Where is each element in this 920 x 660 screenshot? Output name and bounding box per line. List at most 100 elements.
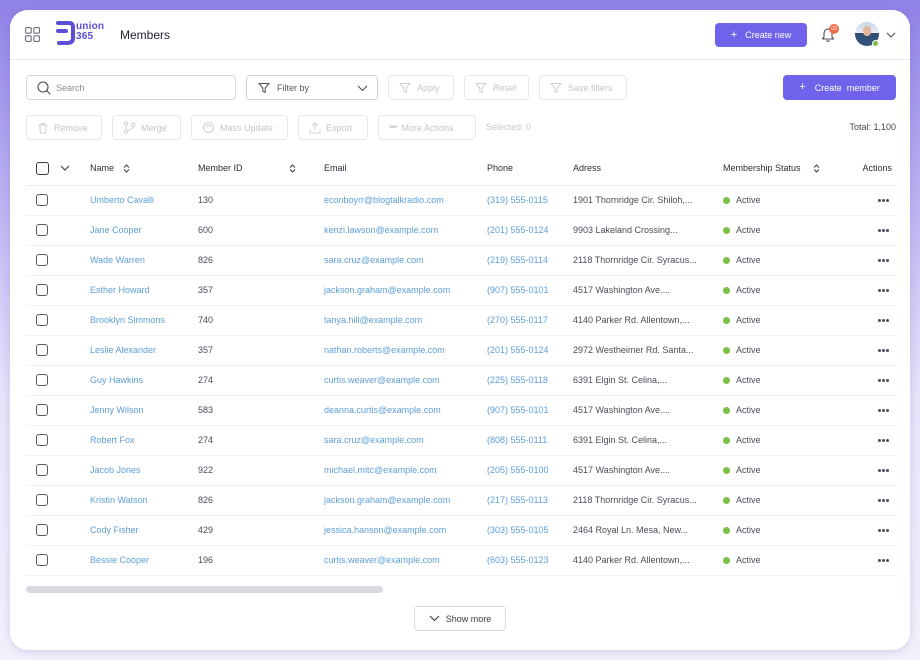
apply-button[interactable]: Apply (388, 75, 454, 100)
member-phone[interactable]: (907) 555-0101 (487, 275, 573, 306)
row-checkbox[interactable] (36, 194, 48, 206)
sort-icon[interactable] (813, 164, 820, 174)
search-box[interactable] (26, 75, 236, 100)
member-email[interactable]: nathan.roberts@example.com (324, 335, 487, 366)
create-member-button[interactable]: + Create member (783, 75, 896, 100)
row-checkbox[interactable] (36, 554, 48, 566)
horizontal-scrollbar[interactable] (26, 586, 383, 593)
table-row[interactable]: Kristin Watson 826 jackson.graham@example.… (26, 485, 896, 516)
member-phone[interactable]: (808) 555-0111 (487, 425, 573, 456)
row-checkbox[interactable] (36, 464, 48, 476)
member-email[interactable]: deanna.curtis@example.com (324, 395, 487, 426)
member-phone[interactable]: (225) 555-0118 (487, 365, 573, 396)
member-name[interactable]: Wade Warren (90, 245, 198, 276)
table-row[interactable]: Jenny Wilson 583 deanna.curtis@example.com… (26, 395, 896, 426)
table-row[interactable]: Cody Fisher 429 jessica.hanson@example.com… (26, 515, 896, 546)
member-email[interactable]: tanya.hill@example.com (324, 305, 487, 336)
sort-icon[interactable] (289, 164, 296, 174)
member-name[interactable]: Jane Cooper (90, 215, 198, 246)
mass-update-button[interactable]: Mass Update (191, 115, 288, 140)
select-all-checkbox[interactable] (36, 161, 49, 175)
member-phone[interactable]: (303) 555-0105 (487, 515, 573, 546)
row-checkbox[interactable] (36, 524, 48, 536)
apps-grid-icon[interactable] (25, 27, 40, 42)
row-actions-menu-icon[interactable] (878, 195, 890, 205)
row-checkbox[interactable] (36, 434, 48, 446)
row-checkbox[interactable] (36, 374, 48, 386)
member-email[interactable]: econboyrr@blogtalkradio.com (324, 185, 487, 216)
export-button[interactable]: Export (298, 115, 368, 140)
column-header-name[interactable]: Name (90, 152, 198, 186)
table-row[interactable]: Jacob Jones 922 michael.mitc@example.com (2… (26, 455, 896, 486)
reset-button[interactable]: Reset (464, 75, 529, 100)
row-actions-menu-icon[interactable] (878, 435, 890, 445)
show-more-button[interactable]: Show more (414, 606, 506, 631)
member-name[interactable]: Leslie Alexander (90, 335, 198, 366)
table-row[interactable]: Esther Howard 357 jackson.graham@example.c… (26, 275, 896, 306)
member-email[interactable]: curtis.weaver@example.com (324, 545, 487, 576)
member-name[interactable]: Brooklyn Simmons (90, 305, 198, 336)
member-phone[interactable]: (319) 555-0115 (487, 185, 573, 216)
member-name[interactable]: Esther Howard (90, 275, 198, 306)
union365-logo[interactable]: union 365 (55, 21, 107, 45)
row-checkbox[interactable] (36, 224, 48, 236)
table-row[interactable]: Leslie Alexander 357 nathan.roberts@exampl… (26, 335, 896, 366)
member-email[interactable]: jackson.graham@example.com (324, 275, 487, 306)
member-phone[interactable]: (603) 555-0123 (487, 545, 573, 576)
member-name[interactable]: Robert Fox (90, 425, 198, 456)
row-actions-menu-icon[interactable] (878, 525, 890, 535)
row-checkbox[interactable] (36, 284, 48, 296)
member-phone[interactable]: (201) 555-0124 (487, 215, 573, 246)
member-phone[interactable]: (205) 555-0100 (487, 455, 573, 486)
member-email[interactable]: kenzi.lawson@example.com (324, 215, 487, 246)
row-checkbox[interactable] (36, 404, 48, 416)
column-header-email[interactable]: Email (324, 152, 487, 186)
chevron-down-icon[interactable] (60, 165, 70, 172)
table-row[interactable]: Bessie Cooper 196 curtis.weaver@example.co… (26, 545, 896, 576)
search-input[interactable] (56, 80, 226, 96)
table-row[interactable]: Brooklyn Simmons 740 tanya.hill@example.co… (26, 305, 896, 336)
member-email[interactable]: sara.cruz@example.com (324, 245, 487, 276)
member-phone[interactable]: (201) 555-0124 (487, 335, 573, 366)
row-actions-menu-icon[interactable] (878, 495, 890, 505)
column-header-member-id[interactable]: Member ID (198, 152, 324, 186)
row-checkbox[interactable] (36, 314, 48, 326)
member-email[interactable]: jackson.graham@example.com (324, 485, 487, 516)
member-phone[interactable]: (219) 555-0114 (487, 245, 573, 276)
member-name[interactable]: Jenny Wilson (90, 395, 198, 426)
member-email[interactable]: sara.cruz@example.com (324, 425, 487, 456)
member-name[interactable]: Umberto Cavalli (90, 185, 198, 216)
member-email[interactable]: curtis.weaver@example.com (324, 365, 487, 396)
remove-button[interactable]: Remove (26, 115, 102, 140)
row-actions-menu-icon[interactable] (878, 285, 890, 295)
member-name[interactable]: Bessie Cooper (90, 545, 198, 576)
member-name[interactable]: Guy Hawkins (90, 365, 198, 396)
member-phone[interactable]: (217) 555-0113 (487, 485, 573, 516)
member-email[interactable]: michael.mitc@example.com (324, 455, 487, 486)
row-checkbox[interactable] (36, 344, 48, 356)
create-new-button[interactable]: + Create new (715, 23, 807, 47)
row-checkbox[interactable] (36, 494, 48, 506)
member-phone[interactable]: (907) 555-0101 (487, 395, 573, 426)
table-row[interactable]: Jane Cooper 600 kenzi.lawson@example.com (2… (26, 215, 896, 246)
row-actions-menu-icon[interactable] (878, 465, 890, 475)
table-row[interactable]: Wade Warren 826 sara.cruz@example.com (219)… (26, 245, 896, 276)
column-header-address[interactable]: Adress (573, 152, 723, 186)
row-actions-menu-icon[interactable] (878, 555, 890, 565)
row-actions-menu-icon[interactable] (878, 345, 890, 355)
merge-button[interactable]: Merge (112, 115, 181, 140)
row-actions-menu-icon[interactable] (878, 375, 890, 385)
chevron-down-icon[interactable] (886, 32, 896, 38)
member-name[interactable]: Kristin Watson (90, 485, 198, 516)
member-name[interactable]: Jacob Jones (90, 455, 198, 486)
column-header-phone[interactable]: Phone (487, 152, 573, 186)
row-actions-menu-icon[interactable] (878, 405, 890, 415)
row-checkbox[interactable] (36, 254, 48, 266)
row-actions-menu-icon[interactable] (878, 225, 890, 235)
member-name[interactable]: Cody Fisher (90, 515, 198, 546)
table-row[interactable]: Umberto Cavalli 130 econboyrr@blogtalkradi… (26, 185, 896, 216)
column-header-status[interactable]: Membership Status (723, 152, 848, 186)
table-row[interactable]: Robert Fox 274 sara.cruz@example.com (808) … (26, 425, 896, 456)
filter-dropdown[interactable]: Filter by (246, 75, 378, 100)
table-row[interactable]: Guy Hawkins 274 curtis.weaver@example.com(… (26, 365, 896, 396)
